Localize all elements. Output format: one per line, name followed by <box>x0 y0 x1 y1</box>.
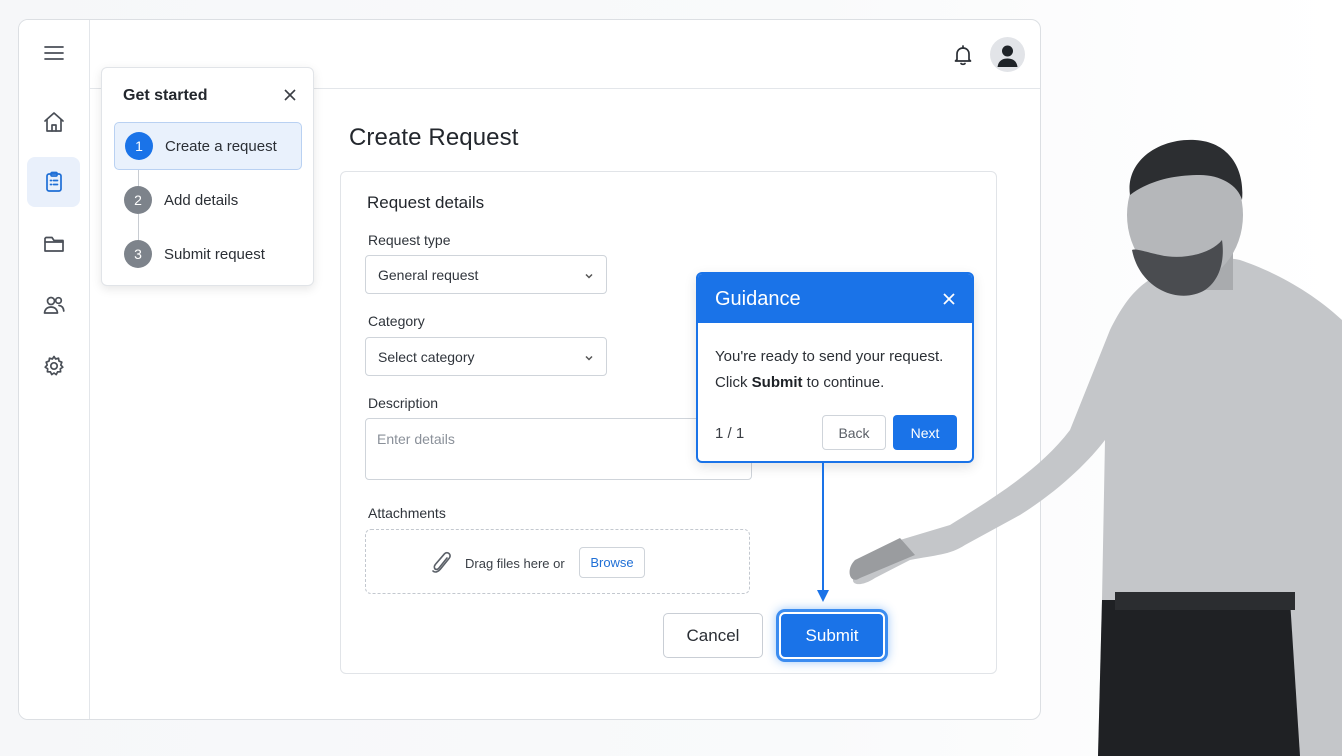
step-label: Create a request <box>165 137 277 155</box>
home-icon <box>43 112 64 132</box>
users-icon <box>43 296 65 314</box>
user-avatar[interactable] <box>990 37 1025 72</box>
close-icon[interactable] <box>283 88 297 102</box>
category-value: Select category <box>378 348 475 365</box>
notifications-button[interactable] <box>950 42 976 68</box>
description-label: Description <box>368 395 439 411</box>
cancel-button[interactable]: Cancel <box>663 613 763 658</box>
attachments-label: Attachments <box>368 505 446 521</box>
page-title: Create Request <box>349 124 519 151</box>
step-submit-request[interactable]: 3 Submit request <box>114 230 302 278</box>
section-title: Request details <box>367 193 485 212</box>
presenter-figure <box>849 139 1342 756</box>
user-icon <box>997 45 1018 67</box>
step-label: Add details <box>164 191 239 209</box>
menu-icon <box>43 46 64 60</box>
bell-icon <box>954 45 972 66</box>
step-number: 3 <box>124 240 152 268</box>
folder-icon <box>43 236 64 252</box>
category-select[interactable]: Select category <box>365 337 607 376</box>
request-type-select[interactable]: General request <box>365 255 607 294</box>
browse-button[interactable]: Browse <box>579 547 645 578</box>
step-number: 1 <box>125 132 153 160</box>
nav-home[interactable] <box>27 97 80 147</box>
attachments-dropzone[interactable]: Drag files here or Browse <box>365 529 750 594</box>
side-rail <box>19 20 90 719</box>
request-type-label: Request type <box>368 232 451 248</box>
nav-users[interactable] <box>27 280 80 330</box>
nav-settings[interactable] <box>27 341 80 391</box>
category-label: Category <box>368 313 425 329</box>
chevron-down-icon <box>583 269 595 281</box>
description-placeholder: Enter details <box>377 431 455 447</box>
settings-icon <box>43 355 64 376</box>
paperclip-icon <box>430 550 454 576</box>
get-started-panel: Get started 1 Create a request 2 Add det… <box>101 67 314 286</box>
dropzone-text: Drag files here or <box>465 556 565 571</box>
nav-requests[interactable] <box>27 157 80 207</box>
chevron-down-icon <box>583 351 595 363</box>
nav-files[interactable] <box>27 219 80 269</box>
request-type-value: General request <box>378 266 479 283</box>
guidance-text: Click <box>715 374 752 391</box>
get-started-title: Get started <box>123 87 208 104</box>
step-create-request[interactable]: 1 Create a request <box>114 122 302 170</box>
description-input[interactable]: Enter details <box>365 418 752 480</box>
guidance-emphasis: Submit <box>751 374 803 391</box>
guidance-title: Guidance <box>715 288 801 310</box>
pointer-arrow <box>817 462 829 602</box>
step-add-details[interactable]: 2 Add details <box>114 176 302 224</box>
menu-button[interactable] <box>27 28 80 78</box>
step-number: 2 <box>124 186 152 214</box>
clipboard-icon <box>45 171 62 192</box>
guidance-counter: 1 / 1 <box>715 425 745 442</box>
step-label: Submit request <box>164 245 265 263</box>
